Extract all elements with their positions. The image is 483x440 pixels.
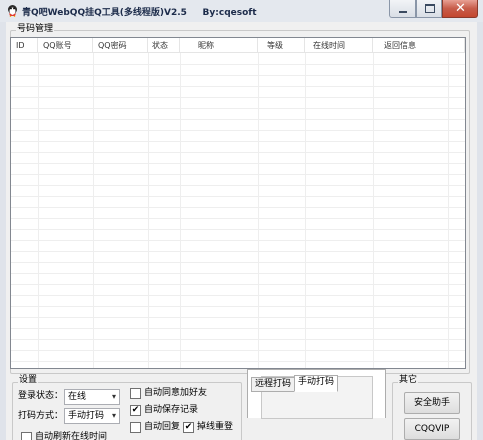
auto-accept-friend-label: 自动同意加好友 (144, 388, 208, 398)
grid-line (11, 141, 465, 142)
auto-reply-label: 自动回复 (144, 422, 181, 432)
grid-line (11, 328, 465, 329)
grid-column-line (305, 53, 306, 368)
grid-line (11, 350, 465, 351)
checkbox-box: ✔ (183, 422, 194, 433)
minimize-button[interactable] (389, 0, 416, 18)
grid-column-line (180, 53, 181, 368)
grid-line (11, 75, 465, 76)
grid-line (11, 86, 465, 87)
maximize-button[interactable] (416, 0, 442, 18)
account-list-header: ID QQ账号 QQ密码 状态 昵称 等级 在线时间 返回信息 (11, 38, 465, 53)
grid-line (11, 361, 465, 362)
chevron-down-icon: ▾ (111, 411, 116, 420)
grid-line (11, 295, 465, 296)
grid-line (11, 306, 465, 307)
column-header-qq-account[interactable]: QQ账号 (38, 38, 93, 53)
check-mark-icon: ✔ (184, 422, 193, 432)
other-group-label: 其它 (398, 375, 419, 386)
grid-line (11, 130, 465, 131)
grid-line (11, 185, 465, 186)
column-header-qq-password[interactable]: QQ密码 (93, 38, 148, 53)
column-header-id[interactable]: ID (11, 38, 38, 53)
grid-line (11, 240, 465, 241)
grid-line (11, 284, 465, 285)
auto-refresh-online-time-label: 自动刷新在线时间 (35, 432, 108, 440)
grid-line (11, 196, 465, 197)
close-icon: ✕ (455, 1, 466, 16)
minimize-icon (399, 11, 407, 13)
grid-line (11, 218, 465, 219)
grid-line (11, 64, 465, 65)
check-mark-icon: ✔ (131, 405, 140, 415)
grid-line (11, 262, 465, 263)
window-title: 青Q吧WebQQ挂Q工具(多线程版)V2.5 By:cqesoft (22, 8, 257, 18)
reconnect-label: 掉线重登 (197, 422, 234, 432)
login-status-select[interactable]: 在线 ▾ (64, 389, 120, 405)
grid-line (11, 339, 465, 340)
account-group-label: 号码管理 (16, 24, 55, 35)
grid-line (11, 108, 465, 109)
login-status-label: 登录状态： (18, 391, 64, 401)
checkbox-box (130, 422, 141, 433)
tab-remote-captcha[interactable]: 远程打码 (251, 377, 296, 392)
title-bar: 青Q吧WebQQ挂Q工具(多线程版)V2.5 By:cqesoft ✕ (0, 0, 483, 22)
auto-save-log-label: 自动保存记录 (144, 405, 199, 415)
captcha-mode-label: 打码方式： (18, 411, 64, 421)
column-header-return-info[interactable]: 返回信息 (373, 38, 465, 53)
captcha-mode-value: 手动打码 (68, 411, 105, 421)
grid-line (11, 229, 465, 230)
grid-column-line (258, 53, 259, 368)
grid-line (11, 152, 465, 153)
grid-line (11, 207, 465, 208)
grid-column-line (93, 53, 94, 368)
column-header-level[interactable]: 等级 (258, 38, 305, 53)
maximize-icon (425, 4, 435, 13)
captcha-mode-select[interactable]: 手动打码 ▾ (64, 408, 120, 424)
tab-manual-captcha[interactable]: 手动打码 (294, 375, 339, 392)
grid-line (11, 163, 465, 164)
app-icon (8, 5, 17, 17)
login-status-value: 在线 (68, 392, 87, 402)
grid-line (11, 317, 465, 318)
close-button[interactable]: ✕ (442, 0, 478, 18)
checkbox-box (130, 388, 141, 399)
safety-assistant-button[interactable]: 安全助手 (404, 392, 460, 414)
grid-line (11, 273, 465, 274)
grid-column-line (38, 53, 39, 368)
grid-column-line (373, 53, 374, 368)
cqqvip-button[interactable]: CQQVIP (404, 418, 460, 440)
grid-line (11, 119, 465, 120)
grid-line (11, 251, 465, 252)
settings-group-label: 设置 (18, 375, 39, 386)
grid-column-line (148, 53, 149, 368)
grid-column-line (448, 53, 449, 368)
grid-line (11, 97, 465, 98)
checkbox-box (21, 432, 32, 440)
column-header-nickname[interactable]: 昵称 (180, 38, 258, 53)
column-header-status[interactable]: 状态 (148, 38, 180, 53)
column-header-online-time[interactable]: 在线时间 (305, 38, 373, 53)
chevron-down-icon: ▾ (111, 392, 116, 401)
grid-line (11, 174, 465, 175)
account-list[interactable]: ID QQ账号 QQ密码 状态 昵称 等级 在线时间 返回信息 (10, 37, 466, 369)
checkbox-box: ✔ (130, 405, 141, 416)
